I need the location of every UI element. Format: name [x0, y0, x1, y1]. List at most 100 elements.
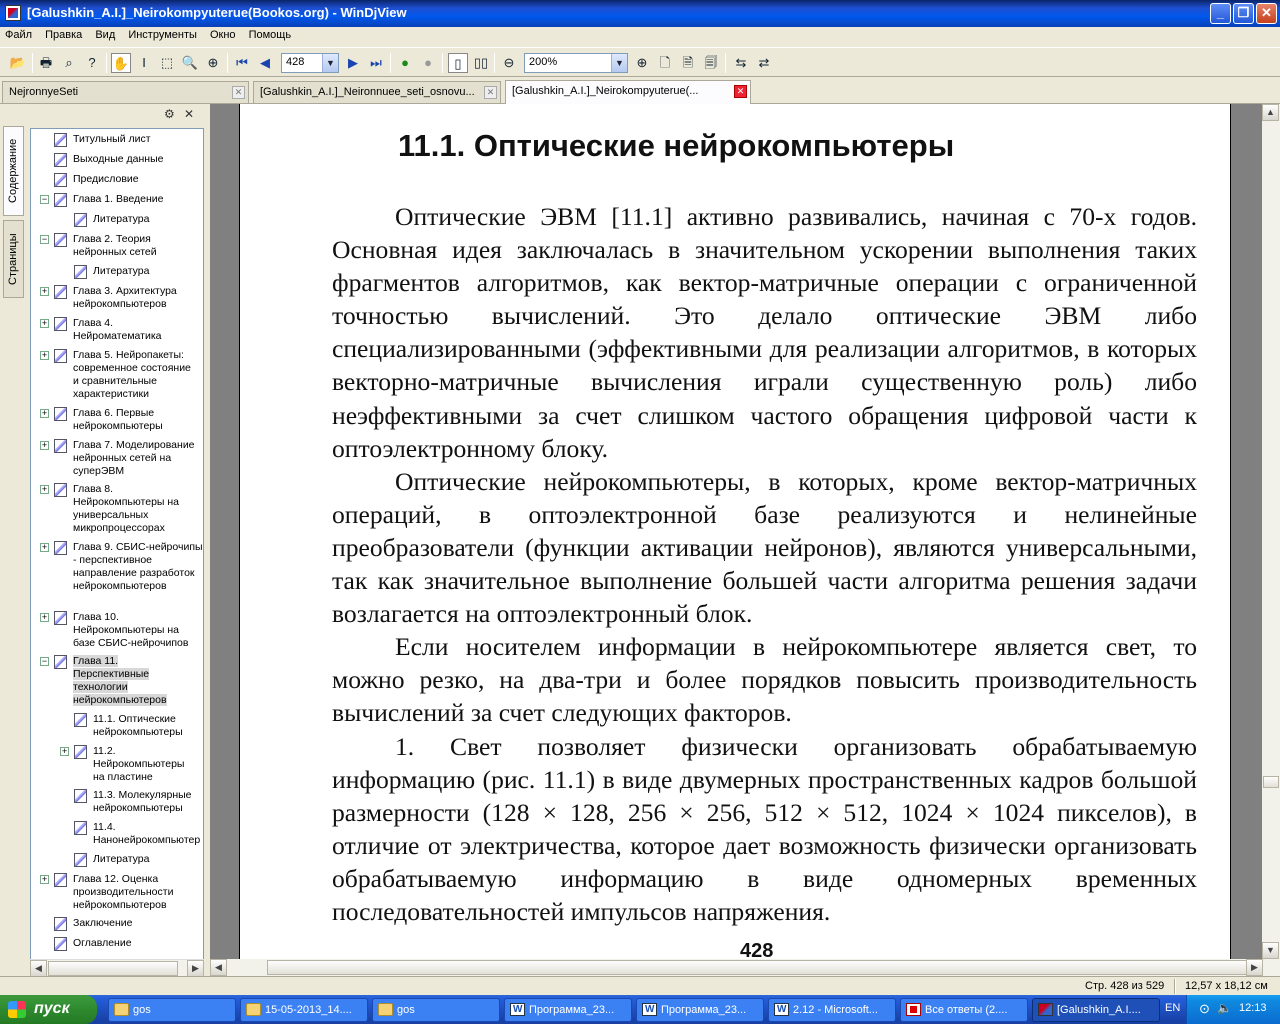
chevron-down-icon[interactable]: ▼ — [322, 54, 338, 72]
scroll-down-icon[interactable]: ▼ — [1262, 942, 1279, 959]
toc-item[interactable]: + Глава 10. Нейрокомпьютеры на базе СБИС-… — [40, 611, 197, 650]
scroll-thumb[interactable] — [1263, 776, 1279, 788]
zoom-out-icon[interactable]: ⊖ — [499, 53, 519, 73]
menu-view[interactable]: Вид — [90, 27, 120, 43]
taskbar-button-folder[interactable]: 15-05-2013_14.... — [240, 998, 368, 1022]
toc-item[interactable]: − Глава 2. Теория нейронных сетей — [40, 233, 197, 259]
zoom-rect-icon[interactable]: ⊕ — [203, 53, 223, 73]
two-pages-icon[interactable]: ▯▯ — [471, 53, 491, 73]
toc-item[interactable]: Литература — [74, 853, 149, 867]
taskbar-button-windjview[interactable]: [Galushkin_A.I.... — [1032, 998, 1160, 1022]
rotate-left-icon[interactable]: ⇆ — [731, 53, 751, 73]
expand-icon[interactable]: + — [40, 409, 49, 418]
toc-item[interactable]: − Глава 1. Введение — [40, 193, 164, 207]
text-select-icon[interactable]: I — [134, 53, 154, 73]
toc-item[interactable]: + Глава 5. Нейропакеты: современное состо… — [40, 349, 199, 401]
scroll-up-icon[interactable]: ▲ — [1262, 104, 1279, 121]
menu-help[interactable]: Помощь — [244, 27, 297, 43]
menu-file[interactable]: Файл — [0, 27, 37, 43]
close-tab-icon[interactable]: ✕ — [232, 86, 245, 99]
last-page-icon[interactable]: ⏭ — [366, 53, 386, 73]
start-button[interactable]: пуск — [0, 995, 97, 1024]
toc-item[interactable]: 11.3. Молекулярные нейрокомпьютеры — [74, 789, 203, 815]
expand-icon[interactable]: + — [40, 351, 49, 360]
taskbar-button-word[interactable]: Программа_23... — [636, 998, 764, 1022]
previous-page-icon[interactable]: ◀ — [255, 53, 275, 73]
menu-window[interactable]: Окно — [205, 27, 241, 43]
scroll-left-icon[interactable]: ◀ — [30, 960, 47, 977]
taskbar-button-pdf[interactable]: Все ответы (2.... — [900, 998, 1028, 1022]
toc-item-selected[interactable]: − Глава 11. Перспективные технологии нейр… — [40, 655, 179, 707]
toc-item[interactable]: 11.4. Нанонейрокомпьютер — [74, 821, 203, 847]
toc-item[interactable]: Литература — [74, 265, 149, 279]
document-view[interactable]: 11.1. Оптические нейрокомпьютеры Оптичес… — [210, 104, 1262, 959]
toc-item[interactable]: Предисловие — [54, 173, 139, 187]
toc-item[interactable]: + Глава 9. СБИС-нейрочипы - перспективное… — [40, 541, 203, 593]
collapse-icon[interactable]: − — [40, 195, 49, 204]
fit-page-icon[interactable]: 🗋 — [655, 53, 675, 73]
toc-item[interactable]: + Глава 4. Нейроматематика — [40, 317, 197, 343]
minimize-button[interactable]: _ — [1210, 3, 1231, 24]
windjview-app-icon[interactable] — [5, 5, 21, 21]
fit-width-icon[interactable]: 🗎 — [678, 53, 698, 73]
close-button[interactable]: ✕ — [1256, 3, 1277, 24]
toc-item[interactable]: Заключение — [54, 917, 132, 931]
actual-size-icon[interactable]: 🗐 — [701, 53, 721, 73]
menu-edit[interactable]: Правка — [40, 27, 87, 43]
document-vscrollbar[interactable]: ▲ ▼ — [1262, 104, 1280, 959]
scroll-left-icon[interactable]: ◀ — [210, 959, 227, 976]
speaker-icon[interactable]: 🔈 — [1217, 1001, 1232, 1015]
scroll-thumb[interactable] — [267, 960, 1247, 975]
expand-icon[interactable]: + — [40, 613, 49, 622]
close-tab-icon[interactable]: ✕ — [484, 86, 497, 99]
doc-tab-nejronnyeseti[interactable]: NejronnyeSeti ✕ — [2, 81, 249, 103]
taskbar-button-gos[interactable]: gos — [372, 998, 500, 1022]
back-arrow-icon[interactable]: ⊙ — [1199, 1001, 1210, 1017]
find-binoculars-icon[interactable]: ⌕ — [59, 53, 79, 73]
taskbar-button-word[interactable]: Программа_23... — [504, 998, 632, 1022]
expand-icon[interactable]: + — [40, 543, 49, 552]
rotate-right-icon[interactable]: ⇄ — [754, 53, 774, 73]
expand-icon[interactable]: + — [40, 319, 49, 328]
toc-item[interactable]: +11.2. Нейрокомпьютеры на пластине — [60, 745, 197, 784]
expand-icon[interactable]: + — [40, 485, 49, 494]
toc-item[interactable]: + Глава 6. Первые нейрокомпьютеры — [40, 407, 197, 433]
zoom-tool-icon[interactable]: 🔍 — [180, 53, 200, 73]
toc-item[interactable]: Выходные данные — [54, 153, 163, 167]
single-page-icon[interactable]: ▯ — [448, 53, 468, 73]
scroll-thumb[interactable] — [48, 961, 178, 976]
contents-hscrollbar[interactable]: ◀ ▶ — [30, 959, 204, 977]
chevron-down-icon[interactable]: ▼ — [611, 54, 627, 72]
document-hscrollbar[interactable]: ◀ ▶ — [210, 959, 1280, 976]
next-page-icon[interactable]: ▶ — [343, 53, 363, 73]
toc-item[interactable]: Оглавление — [54, 937, 132, 951]
zoom-in-icon[interactable]: ⊕ — [632, 53, 652, 73]
go-back-icon[interactable]: ● — [395, 53, 415, 73]
open-folder-icon[interactable]: 📂 — [8, 53, 28, 73]
language-indicator[interactable]: EN — [1165, 1002, 1180, 1014]
zoom-combo[interactable]: 200% ▼ — [524, 53, 628, 73]
maximize-button[interactable]: ❐ — [1233, 3, 1254, 24]
doc-tab-neirokompyuterue[interactable]: [Galushkin_A.I.]_Neirokompyuterue(... ✕ — [505, 80, 751, 104]
tab-pages[interactable]: Страницы — [3, 220, 24, 298]
toc-item[interactable]: + Глава 7. Моделирование нейронных сетей … — [40, 439, 203, 478]
expand-icon[interactable]: + — [60, 747, 69, 756]
taskbar-button-word[interactable]: 2.12 - Microsoft... — [768, 998, 896, 1022]
taskbar-button-gos[interactable]: gos — [108, 998, 236, 1022]
doc-tab-neironnuee-seti[interactable]: [Galushkin_A.I.]_Neironnuee_seti_osnovu.… — [253, 81, 501, 103]
gear-icon[interactable]: ⚙ — [164, 107, 175, 121]
close-tab-icon[interactable]: ✕ — [734, 85, 747, 98]
first-page-icon[interactable]: ⏮ — [232, 53, 252, 73]
toc-item[interactable]: + Глава 8. Нейрокомпьютеры на универсальн… — [40, 483, 197, 535]
toc-item[interactable]: Титульный лист — [54, 133, 151, 147]
close-panel-icon[interactable]: ✕ — [184, 107, 194, 121]
toc-item[interactable]: + Глава 12. Оценка производительности ней… — [40, 873, 197, 912]
tab-contents[interactable]: Содержание — [3, 126, 24, 216]
expand-icon[interactable]: + — [40, 875, 49, 884]
toc-item[interactable]: Литература — [74, 213, 149, 227]
contents-tree[interactable]: Титульный лист Выходные данные Предислов… — [30, 128, 204, 961]
expand-icon[interactable]: + — [40, 441, 49, 450]
menu-tools[interactable]: Инструменты — [123, 27, 202, 43]
hand-tool-icon[interactable]: ✋ — [111, 53, 131, 73]
rect-select-icon[interactable]: ⬚ — [157, 53, 177, 73]
